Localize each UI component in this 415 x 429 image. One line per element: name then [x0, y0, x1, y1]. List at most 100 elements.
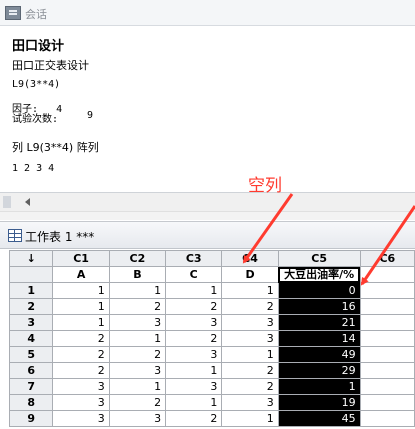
column-name-c6[interactable]	[359, 266, 415, 283]
table-cell[interactable]: 1	[221, 410, 279, 427]
empty-cell[interactable]	[359, 362, 415, 379]
table-cell[interactable]: 2	[52, 330, 110, 347]
selected-cell[interactable]: 1	[277, 378, 361, 395]
table-cell[interactable]: 3	[52, 394, 110, 411]
selected-cell[interactable]: 0	[277, 282, 361, 299]
table-cell[interactable]: 3	[165, 346, 223, 363]
table-cell[interactable]: 1	[221, 346, 279, 363]
session-window: 会话 田口设计 田口正交表设计 L9(3**4) 因子: 4 试验次数: 9 列…	[0, 0, 415, 216]
table-cell[interactable]: 3	[165, 378, 223, 395]
table-cell[interactable]: 2	[221, 378, 279, 395]
row-number[interactable]: 5	[8, 346, 54, 363]
selected-cell[interactable]: 45	[277, 410, 361, 427]
table-cell[interactable]: 2	[108, 298, 167, 315]
worksheet-grid[interactable]: ↓ C1 C2 C3 C4 C5 C6 A B C D 大豆出油率/% 1 1 …	[8, 250, 415, 427]
table-row: 3 1 3 3 3 21	[8, 314, 415, 331]
table-cell[interactable]: 2	[221, 298, 279, 315]
table-cell[interactable]: 1	[52, 314, 110, 331]
row-number[interactable]: 9	[8, 410, 54, 427]
scroll-left-arrow-icon[interactable]	[25, 198, 30, 206]
row-number[interactable]: 6	[8, 362, 54, 379]
selected-cell[interactable]: 16	[277, 298, 361, 315]
columns-line: 列 L9(3**4) 阵列	[12, 141, 99, 154]
table-cell[interactable]: 1	[108, 378, 167, 395]
row-number[interactable]: 4	[8, 330, 54, 347]
table-cell[interactable]: 3	[108, 362, 167, 379]
row-number[interactable]: 7	[8, 378, 54, 395]
selected-cell[interactable]: 21	[277, 314, 361, 331]
selected-cell[interactable]: 19	[277, 394, 361, 411]
runs-value: 9	[87, 110, 94, 121]
table-row: 8 3 2 1 3 19	[8, 394, 415, 411]
table-cell[interactable]: 1	[165, 362, 223, 379]
column-name-c4[interactable]: D	[221, 266, 279, 283]
session-output[interactable]: 田口设计 田口正交表设计 L9(3**4) 因子: 4 试验次数: 9 列 L9…	[0, 26, 415, 192]
column-header-c1[interactable]: C1	[52, 250, 110, 267]
table-row: 6 2 3 1 2 29	[8, 362, 415, 379]
column-header-c6[interactable]: C6	[359, 250, 415, 267]
worksheet-title: 工作表 1 ***	[25, 230, 95, 244]
empty-cell[interactable]	[359, 378, 415, 395]
table-row: 7 3 1 3 2 1	[8, 378, 415, 395]
table-cell[interactable]: 1	[165, 394, 223, 411]
column-header-c4[interactable]: C4	[221, 250, 279, 267]
table-cell[interactable]: 1	[52, 298, 110, 315]
worksheet-grid-icon	[8, 229, 22, 242]
column-header-c5[interactable]: C5	[277, 250, 361, 267]
session-title: 会话	[25, 8, 47, 21]
empty-cell[interactable]	[359, 314, 415, 331]
table-cell[interactable]: 3	[52, 378, 110, 395]
table-cell[interactable]: 3	[165, 314, 223, 331]
empty-cell[interactable]	[359, 282, 415, 299]
empty-cell[interactable]	[359, 410, 415, 427]
table-cell[interactable]: 1	[108, 282, 167, 299]
column-name-c5[interactable]: 大豆出油率/%	[277, 266, 361, 283]
selected-cell[interactable]: 14	[277, 330, 361, 347]
empty-cell[interactable]	[359, 346, 415, 363]
table-row: 5 2 2 3 1 49	[8, 346, 415, 363]
selected-cell[interactable]: 49	[277, 346, 361, 363]
row-number[interactable]: 3	[8, 314, 54, 331]
design-line: L9(3**4)	[12, 79, 61, 90]
runs-label: 试验次数:	[12, 114, 59, 125]
table-cell[interactable]: 1	[221, 282, 279, 299]
row-number[interactable]: 8	[8, 394, 54, 411]
table-cell[interactable]: 3	[108, 410, 167, 427]
session-horizontal-scrollbar[interactable]	[0, 192, 415, 211]
window-divider[interactable]	[0, 211, 415, 220]
column-name-c2[interactable]: B	[108, 266, 167, 283]
table-cell[interactable]: 2	[108, 394, 167, 411]
table-cell[interactable]: 3	[52, 410, 110, 427]
session-window-icon	[5, 6, 21, 20]
row-number[interactable]: 1	[8, 282, 54, 299]
table-cell[interactable]: 2	[165, 298, 223, 315]
empty-cell[interactable]	[359, 298, 415, 315]
row-number[interactable]: 2	[8, 298, 54, 315]
table-cell[interactable]: 1	[52, 282, 110, 299]
empty-cell[interactable]	[359, 394, 415, 411]
column-name-c1[interactable]: A	[52, 266, 110, 283]
scrollbar-thumb[interactable]	[3, 196, 11, 208]
table-cell[interactable]: 2	[165, 410, 223, 427]
table-cell[interactable]: 3	[108, 314, 167, 331]
table-cell[interactable]: 3	[221, 394, 279, 411]
output-heading: 田口设计	[12, 39, 65, 54]
column-header-c2[interactable]: C2	[108, 250, 167, 267]
table-cell[interactable]: 2	[165, 330, 223, 347]
table-cell[interactable]: 2	[52, 362, 110, 379]
columns-values: 1 2 3 4	[12, 163, 55, 174]
column-header-c3[interactable]: C3	[165, 250, 223, 267]
table-cell[interactable]: 3	[221, 330, 279, 347]
column-name-c3[interactable]: C	[165, 266, 223, 283]
table-cell[interactable]: 2	[221, 362, 279, 379]
table-cell[interactable]: 3	[221, 314, 279, 331]
table-cell[interactable]: 2	[52, 346, 110, 363]
table-cell[interactable]: 1	[165, 282, 223, 299]
corner-arrow-icon[interactable]: ↓	[8, 250, 54, 267]
table-cell[interactable]: 2	[108, 346, 167, 363]
selected-cell[interactable]: 29	[277, 362, 361, 379]
table-row: 9 3 3 2 1 45	[8, 410, 415, 427]
empty-cell[interactable]	[359, 330, 415, 347]
table-cell[interactable]: 1	[108, 330, 167, 347]
worksheet-titlebar: 工作表 1 ***	[0, 222, 415, 249]
